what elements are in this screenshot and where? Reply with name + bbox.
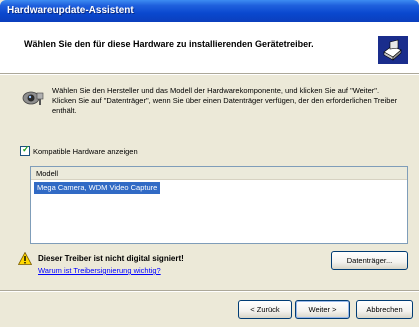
hardware-install-icon xyxy=(378,36,408,64)
driver-signing-link[interactable]: Warum ist Treibersignierung wichtig? xyxy=(38,266,161,275)
cancel-button[interactable]: Abbrechen xyxy=(356,300,413,319)
camera-icon xyxy=(22,88,44,106)
disk-button[interactable]: Datenträger... xyxy=(331,251,408,270)
header-separator xyxy=(0,74,419,75)
warning-title: Dieser Treiber ist nicht digital signier… xyxy=(38,254,184,263)
checkmark-icon: ✓ xyxy=(22,144,30,154)
footer-separator-highlight xyxy=(0,291,419,292)
window-title: Hardwareupdate-Assistent xyxy=(7,5,134,16)
title-bar[interactable]: Hardwareupdate-Assistent xyxy=(0,0,419,22)
warning-icon xyxy=(17,251,33,265)
wizard-header: Wählen Sie den für diese Hardware zu ins… xyxy=(0,22,419,74)
compatible-hardware-label[interactable]: Kompatible Hardware anzeigen xyxy=(33,147,138,156)
column-header-model: Modell xyxy=(36,169,59,178)
compatible-hardware-checkbox[interactable]: ✓ xyxy=(20,144,30,156)
next-button[interactable]: Weiter > xyxy=(295,300,350,319)
header-title: Wählen Sie den für diese Hardware zu ins… xyxy=(24,39,314,49)
list-item[interactable]: Mega Camera, WDM Video Capture xyxy=(34,182,161,194)
list-column-header[interactable]: Modell xyxy=(31,167,407,180)
model-list[interactable]: Modell Mega Camera, WDM Video Capture xyxy=(30,166,408,244)
instruction-text: Wählen Sie den Hersteller und das Modell… xyxy=(52,86,398,115)
back-button[interactable]: < Zurück xyxy=(238,300,292,319)
